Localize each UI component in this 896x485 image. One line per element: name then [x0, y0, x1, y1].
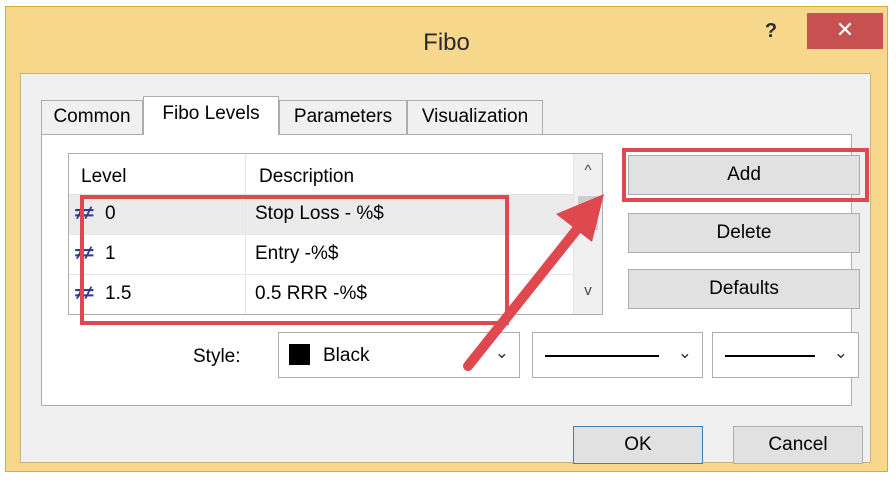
arrow-shaft [463, 223, 583, 371]
arrow-head-icon [556, 194, 604, 242]
annotation-arrow [463, 194, 604, 371]
